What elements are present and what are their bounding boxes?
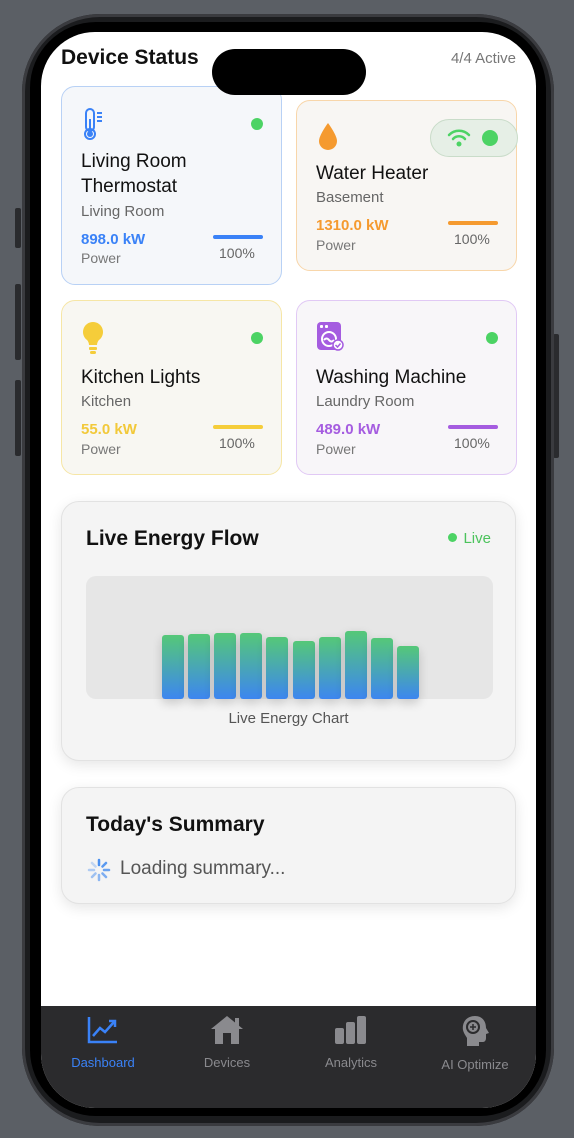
tab-label: AI Optimize <box>441 1057 509 1072</box>
tab-devices[interactable]: Devices <box>165 1014 289 1070</box>
energy-bar <box>240 633 262 699</box>
washing-machine-icon <box>317 322 344 351</box>
device-power: 898.0 kW <box>81 231 146 248</box>
device-card-water-heater[interactable]: Water Heater Basement 1310.0 kW Power 10… <box>296 100 518 271</box>
connection-dot <box>482 130 498 146</box>
loading-text: Loading summary... <box>120 858 286 879</box>
summary-panel: Today's Summary Loading summary... <box>61 787 516 904</box>
energy-flow-title: Live Energy Flow <box>86 527 259 550</box>
dynamic-island <box>212 49 366 95</box>
lightbulb-icon <box>83 322 103 354</box>
summary-title: Today's Summary <box>86 813 265 836</box>
power-label: Power <box>316 441 356 457</box>
active-count: 4/4 Active <box>450 50 516 67</box>
bar-chart-icon <box>335 1016 366 1044</box>
energy-bar <box>266 637 288 699</box>
usage-percent: 100% <box>454 435 490 451</box>
device-power: 489.0 kW <box>316 421 381 438</box>
usage-bar <box>213 235 263 239</box>
device-name: Water Heater <box>316 163 429 184</box>
chart-line-icon <box>87 1017 117 1044</box>
energy-chart <box>86 576 493 699</box>
power-label: Power <box>81 250 121 266</box>
energy-bar <box>162 635 184 699</box>
energy-flow-panel: Live Energy Flow Live Live Energy Chart <box>61 501 516 761</box>
wifi-icon <box>447 129 471 147</box>
usage-bar <box>448 221 498 225</box>
usage-percent: 100% <box>219 245 255 261</box>
status-dot <box>251 118 263 130</box>
energy-bar <box>319 637 341 699</box>
volume-down-button <box>15 380 21 456</box>
tab-label: Dashboard <box>71 1055 135 1070</box>
device-name: Washing Machine <box>316 367 467 388</box>
thermometer-icon <box>84 108 102 140</box>
device-name: Kitchen Lights <box>81 367 201 388</box>
connection-pill[interactable] <box>430 119 518 157</box>
chart-caption: Live Energy Chart <box>228 710 349 727</box>
energy-bar <box>345 631 367 699</box>
tab-bar: Dashboard Devices Analytics AI Optimize <box>41 1006 536 1108</box>
device-location: Basement <box>316 189 384 206</box>
loading-spinner-icon <box>87 858 111 882</box>
energy-bar <box>397 646 419 699</box>
brain-head-icon <box>462 1016 489 1046</box>
tab-dashboard[interactable]: Dashboard <box>41 1014 165 1070</box>
energy-bar <box>214 633 236 699</box>
device-location: Laundry Room <box>316 393 415 410</box>
tab-label: Devices <box>203 1055 251 1070</box>
device-name: Living Room Thermostat <box>81 151 187 197</box>
page-title: Device Status <box>61 46 199 69</box>
energy-bar <box>371 638 393 699</box>
water-drop-icon <box>319 123 337 150</box>
usage-bar <box>448 425 498 429</box>
usage-percent: 100% <box>454 231 490 247</box>
device-location: Living Room <box>81 203 165 220</box>
device-power: 1310.0 kW <box>316 217 389 234</box>
power-label: Power <box>81 441 121 457</box>
device-card-washing-machine[interactable]: Washing Machine Laundry Room 489.0 kW Po… <box>296 300 517 475</box>
house-icon <box>211 1016 243 1044</box>
power-label: Power <box>316 237 356 253</box>
status-dot <box>486 332 498 344</box>
energy-bar <box>188 634 210 699</box>
usage-percent: 100% <box>219 435 255 451</box>
device-card-kitchen-lights[interactable]: Kitchen Lights Kitchen 55.0 kW Power 100… <box>61 300 282 475</box>
mute-switch <box>15 208 21 248</box>
status-dot <box>251 332 263 344</box>
tab-ai-optimize[interactable]: AI Optimize <box>413 1014 536 1072</box>
app-screen: Device Status 4/4 Active Living Room The… <box>41 32 536 1108</box>
energy-bar <box>293 641 315 699</box>
tab-analytics[interactable]: Analytics <box>289 1014 413 1070</box>
device-power: 55.0 kW <box>81 421 137 438</box>
device-card-thermostat[interactable]: Living Room Thermostat Living Room 898.0… <box>61 86 282 285</box>
usage-bar <box>213 425 263 429</box>
volume-up-button <box>15 284 21 360</box>
live-indicator: Live <box>448 530 491 547</box>
tab-label: Analytics <box>324 1055 378 1070</box>
device-location: Kitchen <box>81 393 132 410</box>
